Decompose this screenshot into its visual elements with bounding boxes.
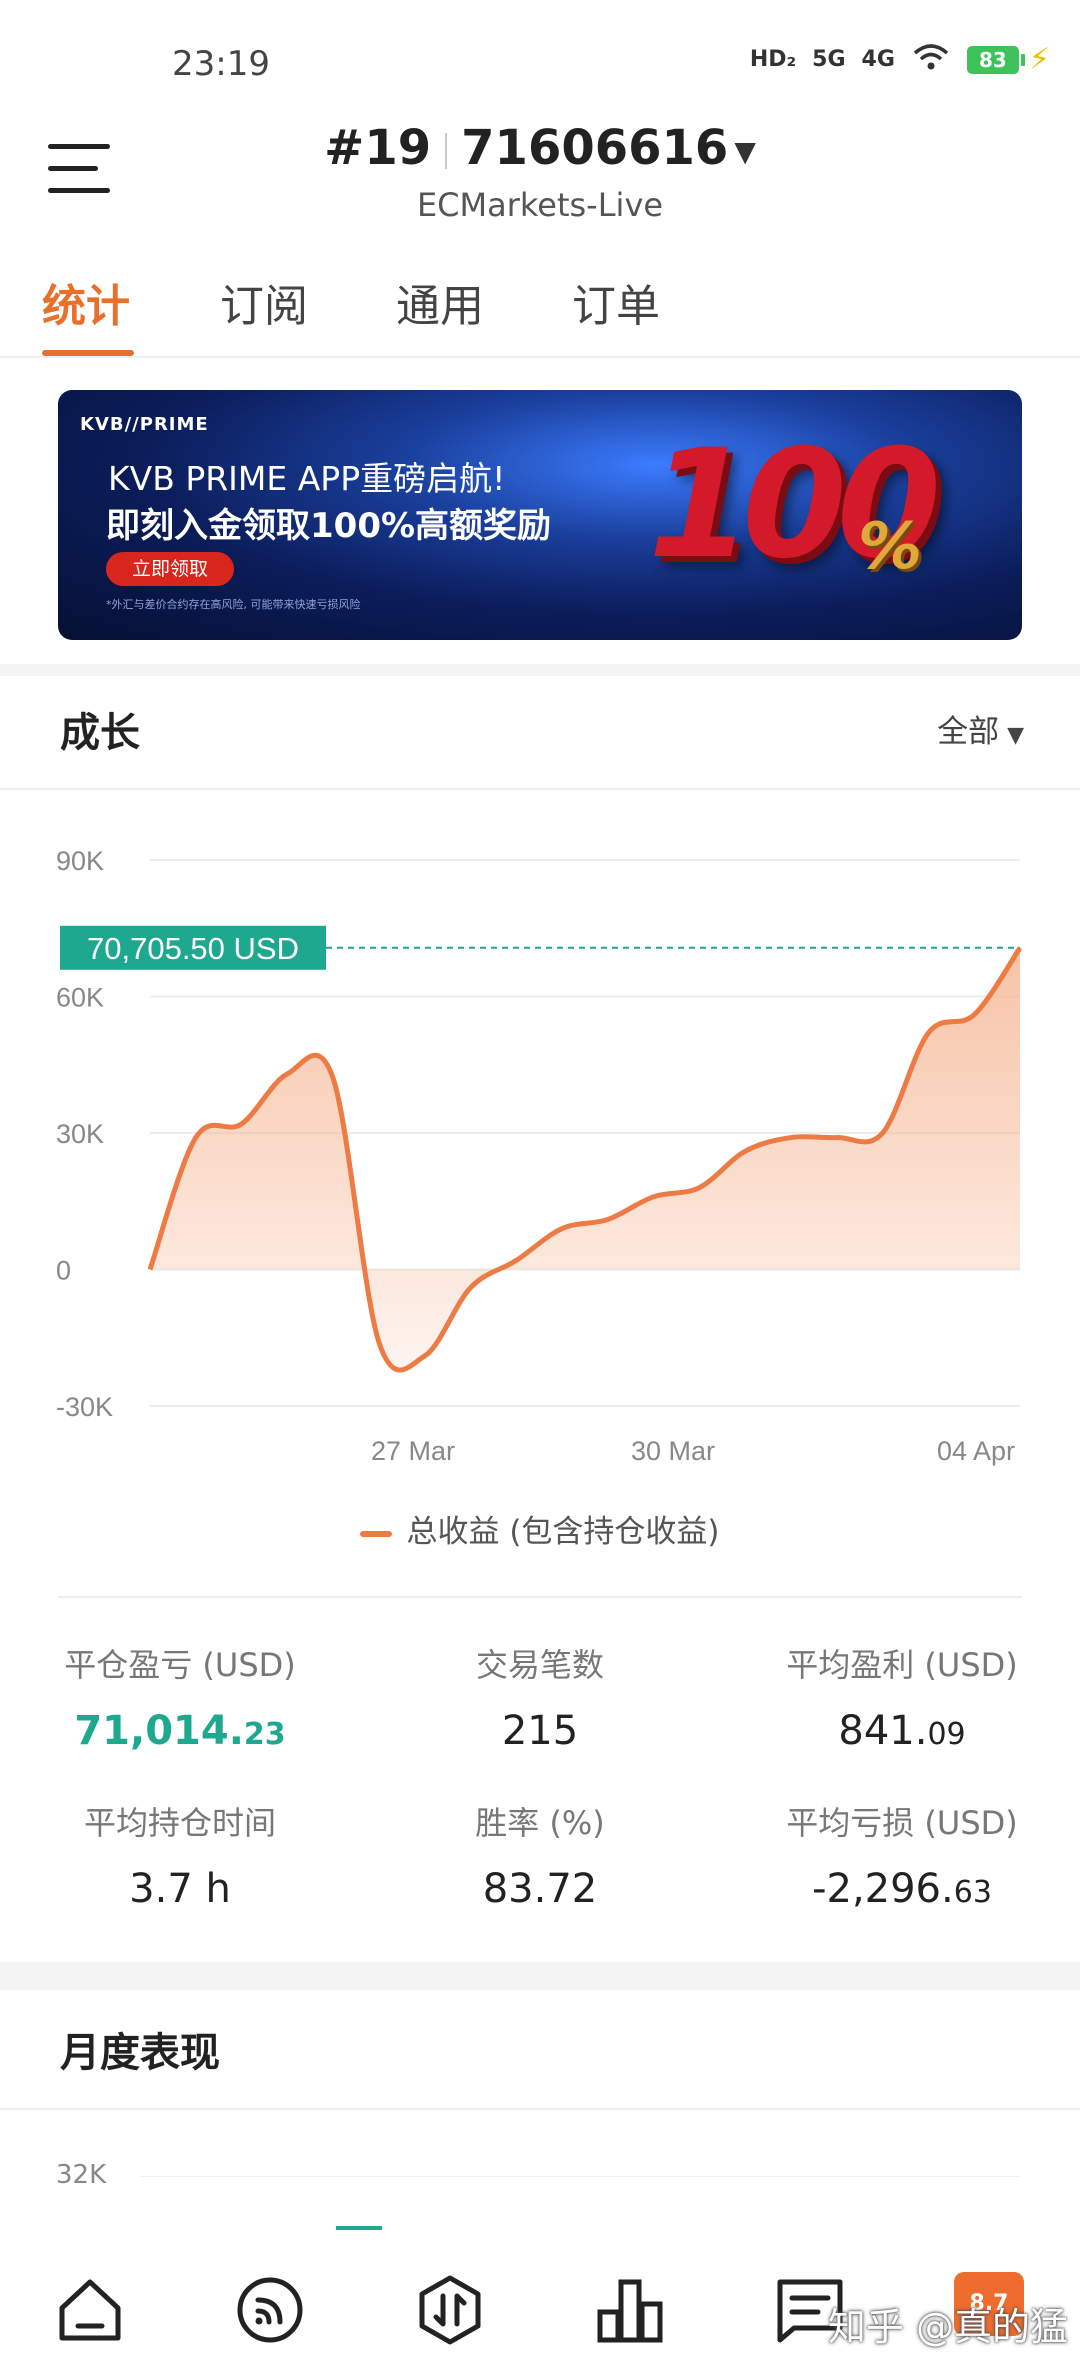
nav-home[interactable] [52,2272,128,2348]
banner-brand: KVB//PRIME [80,414,209,435]
home-icon [59,2279,121,2341]
monthly-y-tick: 32K [56,2160,107,2190]
broadcast-icon [237,2277,303,2343]
banner-cta-button[interactable]: 立即领取 [106,552,234,586]
account-number: 71606616 [461,120,729,176]
tab-orders[interactable]: 订单 [572,270,660,334]
bar-chart-icon [597,2279,663,2343]
banner-headline: KVB PRIME APP重磅启航! [108,459,506,498]
x-tick-label: 27 Mar [371,1436,455,1466]
nav-stats[interactable] [592,2272,668,2348]
stat-trades: 交易笔数 215 [390,1640,690,1754]
stat-label: 胜率 (%) [475,1804,605,1842]
monthly-gridline [140,2176,1020,2177]
trade-icon [419,2275,481,2345]
banner-percent-graphic: % [858,510,923,584]
chevron-down-icon: ▼ [1007,723,1024,748]
promo-banner[interactable]: KVB//PRIME KVB PRIME APP重磅启航! 即刻入金领取100%… [58,390,1022,640]
nav-signals[interactable] [232,2272,308,2348]
5g-signal-icon: 5G [812,47,846,72]
nav-trade[interactable] [412,2272,488,2348]
4g-signal-icon: 4G [861,47,895,72]
x-tick-label: 04 Apr [937,1436,1015,1466]
stat-avg-loss: 平均亏损 (USD) -2,296.63 [752,1798,1052,1912]
charging-icon: ⚡ [1028,42,1050,77]
chart-legend: 总收益 (包含持仓收益) [0,1506,1080,1551]
battery-level: 83 [966,45,1019,74]
stat-value: 83.72 [482,1866,598,1912]
dropdown-caret-icon: ▼ [734,134,756,168]
range-selector[interactable]: 全部 ▼ [937,706,1024,751]
stat-avg-hold: 平均持仓时间 3.7 h [30,1798,330,1912]
series-area [150,947,1020,1371]
status-bar: 23:19 HD₂ 5G 4G 83 ⚡ [0,0,1080,110]
y-tick-label: 60K [56,983,104,1013]
status-icons: HD₂ 5G 4G 83 ⚡ [750,42,1050,77]
y-tick-label: 30K [56,1119,104,1149]
monthly-bar [336,2226,382,2230]
growth-chart-svg: 90K 60K 30K 0 -30K 27 Mar 30 Mar 04 Apr 70,705.5… [56,846,1023,1466]
legend-label: 总收益 (包含持仓收益) [406,1514,720,1550]
y-tick-label: -30K [56,1392,113,1422]
tab-general[interactable]: 通用 [396,270,484,334]
bottom-nav: 8.7 知乎 @真的猛 [0,2232,1080,2376]
battery-icon: 83 ⚡ [966,42,1050,77]
stat-label: 平仓盈亏 (USD) [64,1646,296,1684]
section-divider [0,788,1080,790]
account-selector[interactable]: #19 71606616 ▼ [0,120,1080,176]
stat-value: 71,014.23 [74,1708,286,1754]
range-selector-label: 全部 [937,714,1000,750]
stat-label: 平均盈利 (USD) [786,1646,1018,1684]
growth-chart: 90K 60K 30K 0 -30K 27 Mar 30 Mar 04 Apr 70,705.5… [0,800,1080,1500]
stat-value: -2,296.63 [812,1866,992,1912]
server-name: ECMarkets-Live [416,186,664,224]
legend-swatch [360,1530,393,1537]
hd-signal-icon: HD₂ [749,47,797,72]
banner-disclaimer: *外汇与差价合约存在高风险, 可能带来快速亏损风险 [106,598,361,611]
section-separator [0,664,1080,676]
current-value-label: 70,705.50 USD [87,931,299,966]
stat-label: 平均亏损 (USD) [786,1804,1018,1842]
tab-statistics[interactable]: 统计 [42,270,130,334]
stat-label: 平均持仓时间 [83,1804,276,1842]
stats-divider [58,1596,1022,1598]
stat-value: 3.7 h [129,1866,231,1912]
x-tick-label: 30 Mar [631,1436,715,1466]
stat-winrate: 胜率 (%) 83.72 [390,1798,690,1912]
y-tick-label: 90K [56,846,104,876]
status-time: 23:19 [172,44,270,84]
stat-avg-profit: 平均盈利 (USD) 841.09 [752,1640,1052,1754]
stat-closed-pnl: 平仓盈亏 (USD) 71,014.23 [30,1640,330,1754]
stat-value: 215 [501,1708,579,1754]
y-tick-label: 0 [56,1256,71,1286]
wifi-icon [911,43,951,77]
stat-label: 交易笔数 [475,1646,604,1684]
stat-value: 841.09 [838,1708,966,1754]
growth-title: 成长 [60,710,140,756]
account-prefix: #19 [324,120,432,176]
monthly-title: 月度表现 [60,2030,220,2076]
tab-subscriptions[interactable]: 订阅 [220,270,308,334]
watermark-text: 知乎 @真的猛 [827,2305,1068,2349]
active-tab-indicator [42,350,134,356]
tab-bar: 统计 订阅 通用 订单 [0,262,1080,358]
section-separator [0,1962,1080,1990]
section-divider [0,2108,1080,2110]
banner-subheadline: 即刻入金领取100%高额奖励 [106,506,552,546]
